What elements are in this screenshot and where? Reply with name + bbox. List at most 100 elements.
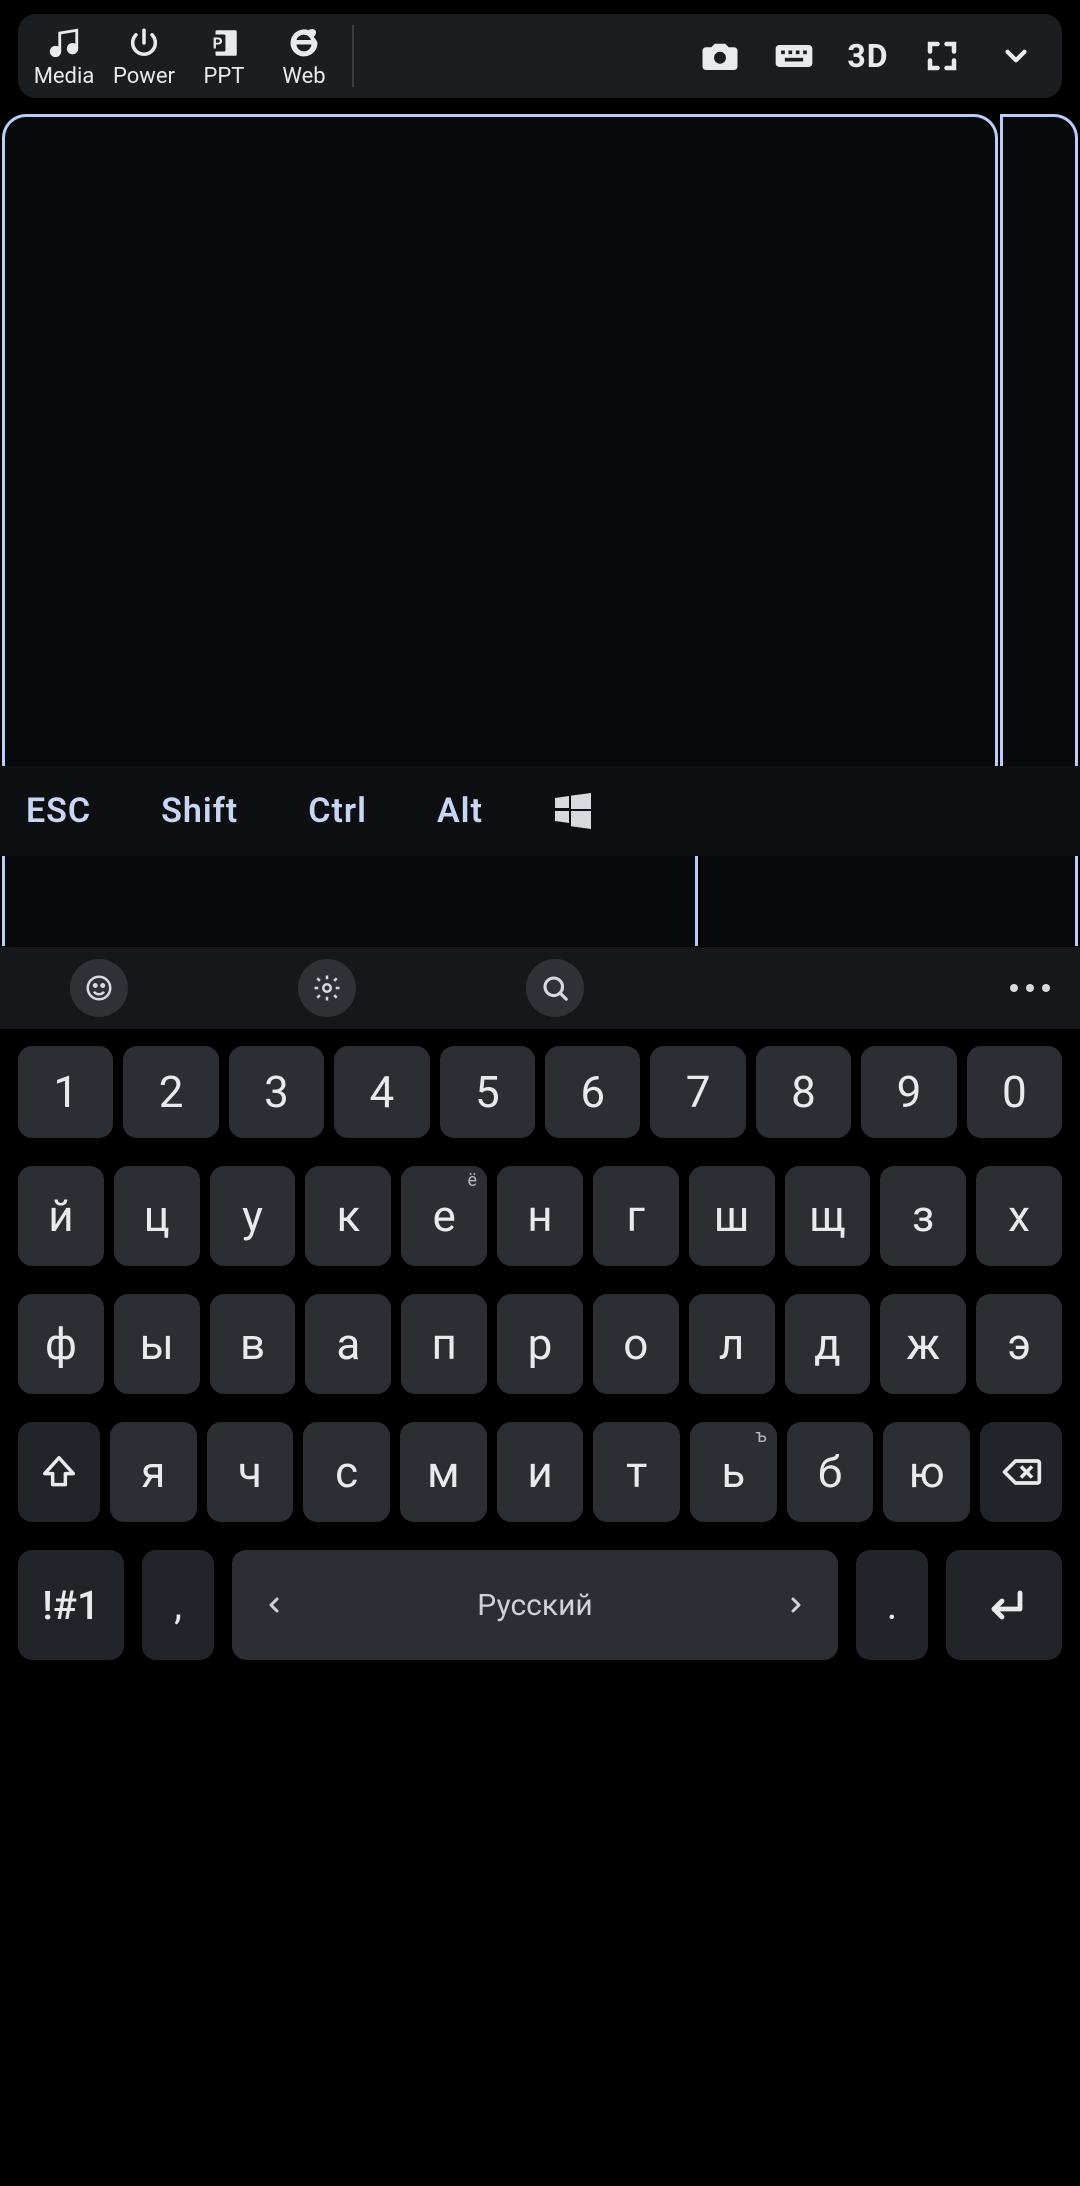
- key-л[interactable]: л: [689, 1294, 775, 1394]
- music-icon: [45, 24, 83, 62]
- key-1[interactable]: 1: [18, 1046, 113, 1138]
- key-ы[interactable]: ы: [114, 1294, 200, 1394]
- comma-key[interactable]: ,: [142, 1550, 214, 1660]
- secondary-panels: [0, 856, 1080, 946]
- scroll-strip[interactable]: [1000, 114, 1078, 766]
- keyboard-suggestion-bar: [0, 947, 1080, 1029]
- mode-3d-button[interactable]: 3D: [842, 30, 894, 82]
- windows-key[interactable]: [547, 785, 599, 837]
- key-7[interactable]: 7: [650, 1046, 745, 1138]
- key-у[interactable]: у: [210, 1166, 296, 1266]
- trackpad-area[interactable]: [2, 114, 998, 766]
- key-9[interactable]: 9: [861, 1046, 956, 1138]
- search-icon[interactable]: [526, 959, 584, 1017]
- camera-icon[interactable]: [694, 30, 746, 82]
- keyboard-icon[interactable]: [768, 30, 820, 82]
- toolbar-actions: 3D: [680, 30, 1062, 82]
- key-8[interactable]: 8: [756, 1046, 851, 1138]
- tab-media-label: Media: [34, 64, 95, 89]
- key-3[interactable]: 3: [229, 1046, 324, 1138]
- emoji-icon[interactable]: [70, 959, 128, 1017]
- powerpoint-icon: P: [205, 24, 243, 62]
- key-а[interactable]: а: [305, 1294, 391, 1394]
- key-р[interactable]: р: [497, 1294, 583, 1394]
- key-и[interactable]: и: [497, 1422, 584, 1522]
- key-й[interactable]: й: [18, 1166, 104, 1266]
- tab-ppt[interactable]: P PPT: [184, 14, 264, 98]
- kbd-row-3: ф ы в а п р о л д ж э: [18, 1294, 1062, 1394]
- period-key[interactable]: .: [856, 1550, 928, 1660]
- enter-key[interactable]: [946, 1550, 1062, 1660]
- secondary-panel-right[interactable]: [700, 856, 1078, 946]
- ctrl-key[interactable]: Ctrl: [308, 791, 367, 831]
- more-icon[interactable]: [1010, 984, 1050, 992]
- key-2[interactable]: 2: [123, 1046, 218, 1138]
- secondary-panel-left[interactable]: [2, 856, 698, 946]
- tab-power-label: Power: [113, 64, 175, 89]
- key-н[interactable]: н: [497, 1166, 583, 1266]
- fullscreen-icon[interactable]: [916, 30, 968, 82]
- key-ь-sup: ъ: [756, 1426, 767, 1447]
- key-щ[interactable]: щ: [785, 1166, 871, 1266]
- key-э[interactable]: э: [976, 1294, 1062, 1394]
- key-м[interactable]: м: [400, 1422, 487, 1522]
- alt-key[interactable]: Alt: [437, 791, 483, 831]
- toolbar-divider: [352, 25, 354, 87]
- key-ч[interactable]: ч: [207, 1422, 294, 1522]
- modifier-row: ESC Shift Ctrl Alt: [0, 766, 1080, 856]
- tab-power[interactable]: Power: [104, 14, 184, 98]
- key-о[interactable]: о: [593, 1294, 679, 1394]
- internet-explorer-icon: [285, 24, 323, 62]
- key-г[interactable]: г: [593, 1166, 679, 1266]
- shift-key[interactable]: Shift: [161, 791, 238, 831]
- shift-key-kbd[interactable]: [18, 1422, 100, 1522]
- key-х[interactable]: х: [976, 1166, 1062, 1266]
- key-я[interactable]: я: [110, 1422, 197, 1522]
- key-ь[interactable]: ь ъ: [690, 1422, 777, 1522]
- remote-surface: [0, 114, 1080, 766]
- key-0[interactable]: 0: [967, 1046, 1062, 1138]
- key-е-sup: ё: [468, 1170, 478, 1191]
- svg-text:P: P: [213, 34, 223, 52]
- key-з[interactable]: з: [880, 1166, 966, 1266]
- toolbar-tabs: Media Power P PPT: [18, 14, 344, 98]
- virtual-keyboard: 1 2 3 4 5 6 7 8 9 0 й ц у к е ё н г ш щ …: [0, 1030, 1080, 2186]
- next-language-icon: [784, 1593, 808, 1617]
- kbd-row-2: й ц у к е ё н г ш щ з х: [18, 1166, 1062, 1266]
- gear-icon[interactable]: [298, 959, 356, 1017]
- key-ь-label: ь: [721, 1446, 745, 1498]
- key-ц[interactable]: ц: [114, 1166, 200, 1266]
- kbd-row-numbers: 1 2 3 4 5 6 7 8 9 0: [18, 1046, 1062, 1138]
- key-ш[interactable]: ш: [689, 1166, 775, 1266]
- key-д[interactable]: д: [785, 1294, 871, 1394]
- prev-language-icon: [262, 1593, 286, 1617]
- key-б[interactable]: б: [787, 1422, 874, 1522]
- key-ф[interactable]: ф: [18, 1294, 104, 1394]
- key-е[interactable]: е ё: [401, 1166, 487, 1266]
- backspace-key[interactable]: [980, 1422, 1062, 1522]
- chevron-down-icon[interactable]: [990, 30, 1042, 82]
- symbols-key[interactable]: !#1: [18, 1550, 124, 1660]
- key-6[interactable]: 6: [545, 1046, 640, 1138]
- key-к[interactable]: к: [305, 1166, 391, 1266]
- key-т[interactable]: т: [593, 1422, 680, 1522]
- kbd-row-4: я ч с м и т ь ъ б ю: [18, 1422, 1062, 1522]
- key-с[interactable]: с: [303, 1422, 390, 1522]
- esc-key[interactable]: ESC: [26, 791, 91, 831]
- key-п[interactable]: п: [401, 1294, 487, 1394]
- key-4[interactable]: 4: [334, 1046, 429, 1138]
- kbd-row-5: !#1 , Русский .: [18, 1550, 1062, 1660]
- spacebar-label: Русский: [477, 1588, 592, 1623]
- key-в[interactable]: в: [210, 1294, 296, 1394]
- spacebar[interactable]: Русский: [232, 1550, 838, 1660]
- key-е-label: е: [432, 1190, 455, 1242]
- key-ж[interactable]: ж: [880, 1294, 966, 1394]
- tab-web[interactable]: Web: [264, 14, 344, 98]
- tab-ppt-label: PPT: [204, 64, 245, 89]
- key-5[interactable]: 5: [440, 1046, 535, 1138]
- tab-media[interactable]: Media: [24, 14, 104, 98]
- tab-web-label: Web: [282, 64, 325, 89]
- app-toolbar: Media Power P PPT: [18, 14, 1062, 98]
- key-ю[interactable]: ю: [883, 1422, 970, 1522]
- power-icon: [125, 24, 163, 62]
